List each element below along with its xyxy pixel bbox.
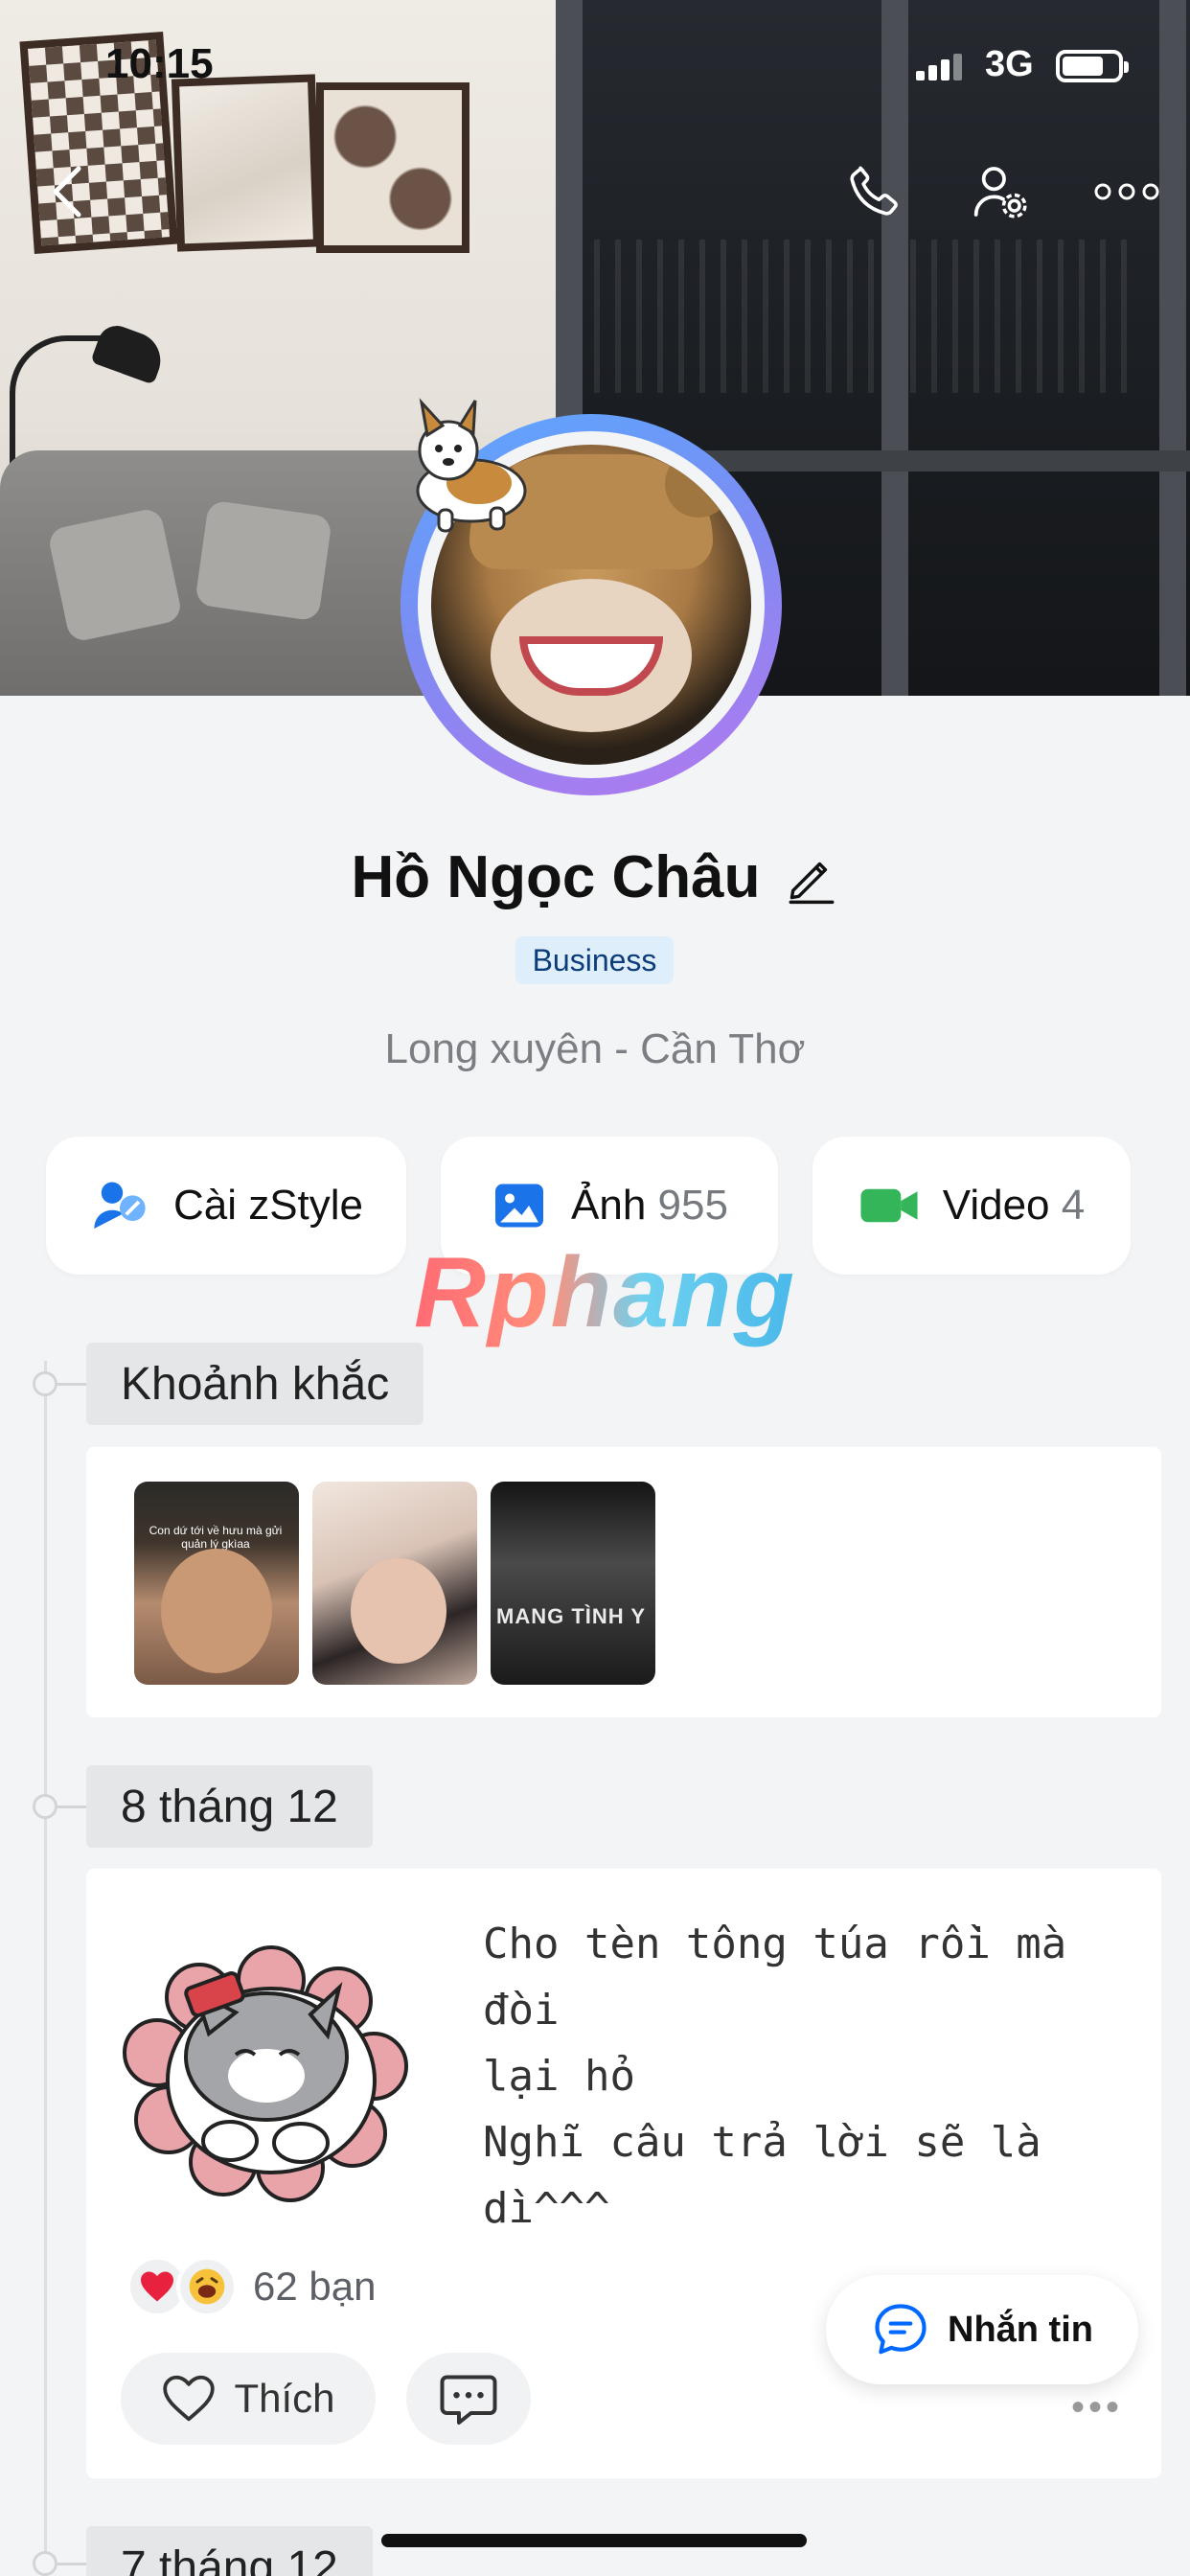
profile-location: Long xuyên - Cần Thơ	[384, 1025, 806, 1072]
business-badge: Business	[515, 936, 674, 984]
pencil-icon[interactable]	[784, 850, 839, 906]
zstyle-button[interactable]: Cài zStyle	[46, 1137, 406, 1275]
photos-label: Ảnh	[571, 1182, 647, 1229]
zstyle-label: Cài zStyle	[172, 1182, 364, 1229]
battery-icon	[1056, 50, 1129, 82]
post-date-label: 8 tháng 12	[86, 1765, 373, 1848]
timeline-dot	[33, 1794, 57, 1819]
post-card[interactable]: Cho tèn tông túa rồi mà đòi lại hỏ Nghĩ …	[86, 1869, 1161, 2478]
like-button[interactable]: Thích	[121, 2353, 376, 2445]
photos-count: 955	[657, 1182, 728, 1229]
cat-sticker-icon	[123, 1945, 408, 2202]
next-date-label: 7 tháng 12	[86, 2526, 373, 2576]
user-gear-icon	[973, 167, 1027, 218]
like-label: Thích	[234, 2376, 335, 2421]
moment-thumb[interactable]: Con dứ tới về hưu mà gửi quản lý gkìaa	[134, 1482, 299, 1685]
moment-thumb[interactable]	[312, 1482, 477, 1685]
videos-count: 4	[1061, 1182, 1086, 1229]
post-text: Cho tèn tông túa rồi mà đòi lại hỏ Nghĩ …	[483, 1920, 1067, 2233]
reactions-summary[interactable]: 62 bạn	[126, 2256, 376, 2317]
comment-icon	[440, 2375, 497, 2425]
call-button[interactable]	[835, 153, 912, 230]
photo-icon	[495, 1184, 544, 1228]
timeline-line	[44, 1361, 47, 2576]
profile-settings-button[interactable]	[962, 153, 1039, 230]
timeline-dot	[33, 1371, 57, 1396]
reaction-count: 62 bạn	[253, 2264, 377, 2309]
status-bar: 10:15 3G	[0, 0, 1190, 125]
timeline-dot	[33, 2551, 57, 2576]
video-icon	[860, 1188, 918, 1223]
more-options-button[interactable]	[1088, 153, 1165, 230]
laugh-reaction-icon	[176, 2256, 238, 2317]
send-message-button[interactable]: Nhắn tin	[826, 2275, 1138, 2384]
chevron-left-icon	[53, 166, 81, 218]
moments-card: Con dứ tới về hưu mà gửi quản lý gkìaa M…	[86, 1447, 1161, 1717]
zstyle-icon	[94, 1182, 146, 1229]
watermark-logo: Rphang	[414, 1237, 797, 1348]
home-indicator[interactable]	[381, 2534, 807, 2547]
heart-icon	[163, 2375, 216, 2422]
moments-label: Khoảnh khắc	[86, 1343, 424, 1425]
dog-sticker-icon	[416, 398, 527, 533]
status-time: 10:15	[105, 40, 214, 87]
phone-icon	[850, 166, 898, 216]
more-dots-icon	[1094, 183, 1159, 200]
send-message-label: Nhắn tin	[948, 2309, 1093, 2350]
profile-name: Hồ Ngọc Châu	[351, 844, 761, 910]
videos-button[interactable]: Video 4	[812, 1137, 1131, 1275]
comment-button[interactable]	[406, 2353, 531, 2445]
back-button[interactable]	[29, 153, 105, 230]
videos-label: Video	[942, 1182, 1050, 1229]
chat-icon	[875, 2304, 927, 2355]
network-type: 3G	[985, 44, 1034, 84]
moment-thumb[interactable]: MANG TÌNH Y	[491, 1482, 655, 1685]
signal-icon	[916, 54, 964, 80]
post-more-button[interactable]: •••	[1071, 2386, 1123, 2429]
profile-name-row: Hồ Ngọc Châu	[0, 843, 1190, 911]
